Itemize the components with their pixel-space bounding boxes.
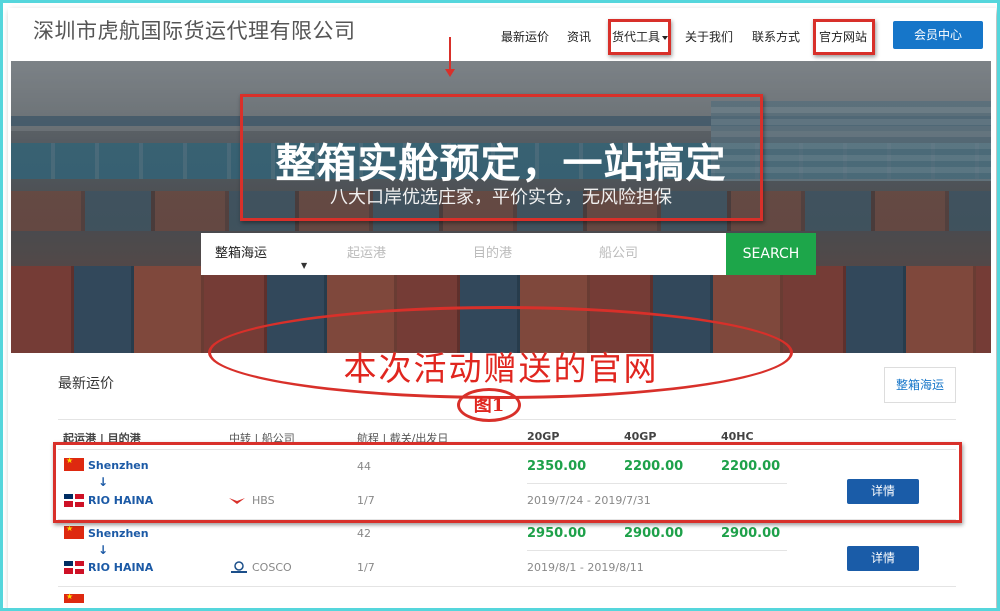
highlight-box-headline <box>240 94 763 221</box>
cosco-logo-icon <box>231 561 247 573</box>
date-range: 2019/8/1 - 2019/8/11 <box>527 561 644 574</box>
price-40hc: 2900.00 <box>721 526 781 541</box>
search-bar: 整箱海运 ▼ 起运港 目的港 船公司 SEARCH <box>201 233 816 275</box>
annotation-arrow <box>445 37 455 77</box>
origin-port-input[interactable]: 起运港 <box>347 233 457 275</box>
highlight-box-official-site <box>813 19 875 55</box>
china-flag-icon <box>64 524 84 539</box>
nav-contact[interactable]: 联系方式 <box>752 28 800 45</box>
arrow-down-icon: ↓ <box>98 543 109 557</box>
divider <box>58 586 956 587</box>
highlight-box-first-row <box>53 442 962 523</box>
dropdown-triangle-icon: ▼ <box>301 261 308 270</box>
member-center-button[interactable]: 会员中心 <box>893 21 983 49</box>
carrier-input[interactable]: 船公司 <box>599 233 709 275</box>
annotation-promo-text: 本次活动赠送的官网 <box>343 349 659 388</box>
china-flag-icon <box>64 592 84 603</box>
shipping-mode-select[interactable]: 整箱海运 ▼ <box>201 233 315 275</box>
divider <box>527 550 787 551</box>
carrier: COSCO <box>252 561 292 574</box>
origin-port[interactable]: Shenzhen <box>88 527 149 540</box>
figure-label: 图1 <box>473 395 505 416</box>
detail-button[interactable]: 详情 <box>847 546 919 571</box>
nav-news[interactable]: 资讯 <box>567 28 591 45</box>
destination-port[interactable]: RIO HAINA <box>88 561 153 574</box>
transit-days: 42 <box>357 527 371 540</box>
nav-latest-rates[interactable]: 最新运价 <box>501 28 549 45</box>
shipping-mode-value: 整箱海运 <box>215 246 268 261</box>
search-button[interactable]: SEARCH <box>726 233 816 275</box>
schedule: 1/7 <box>357 561 375 574</box>
price-20gp: 2950.00 <box>527 526 587 541</box>
price-40gp: 2900.00 <box>624 526 684 541</box>
destination-port-input[interactable]: 目的港 <box>473 233 583 275</box>
nav-about[interactable]: 关于我们 <box>685 28 733 45</box>
page: 深圳市虎航国际货运代理有限公司 最新运价 资讯 货代工具 关于我们 联系方式 官… <box>11 9 991 603</box>
site-title[interactable]: 深圳市虎航国际货运代理有限公司 <box>33 15 356 45</box>
dominican-flag-icon <box>64 561 84 574</box>
highlight-box-tools <box>608 19 671 55</box>
